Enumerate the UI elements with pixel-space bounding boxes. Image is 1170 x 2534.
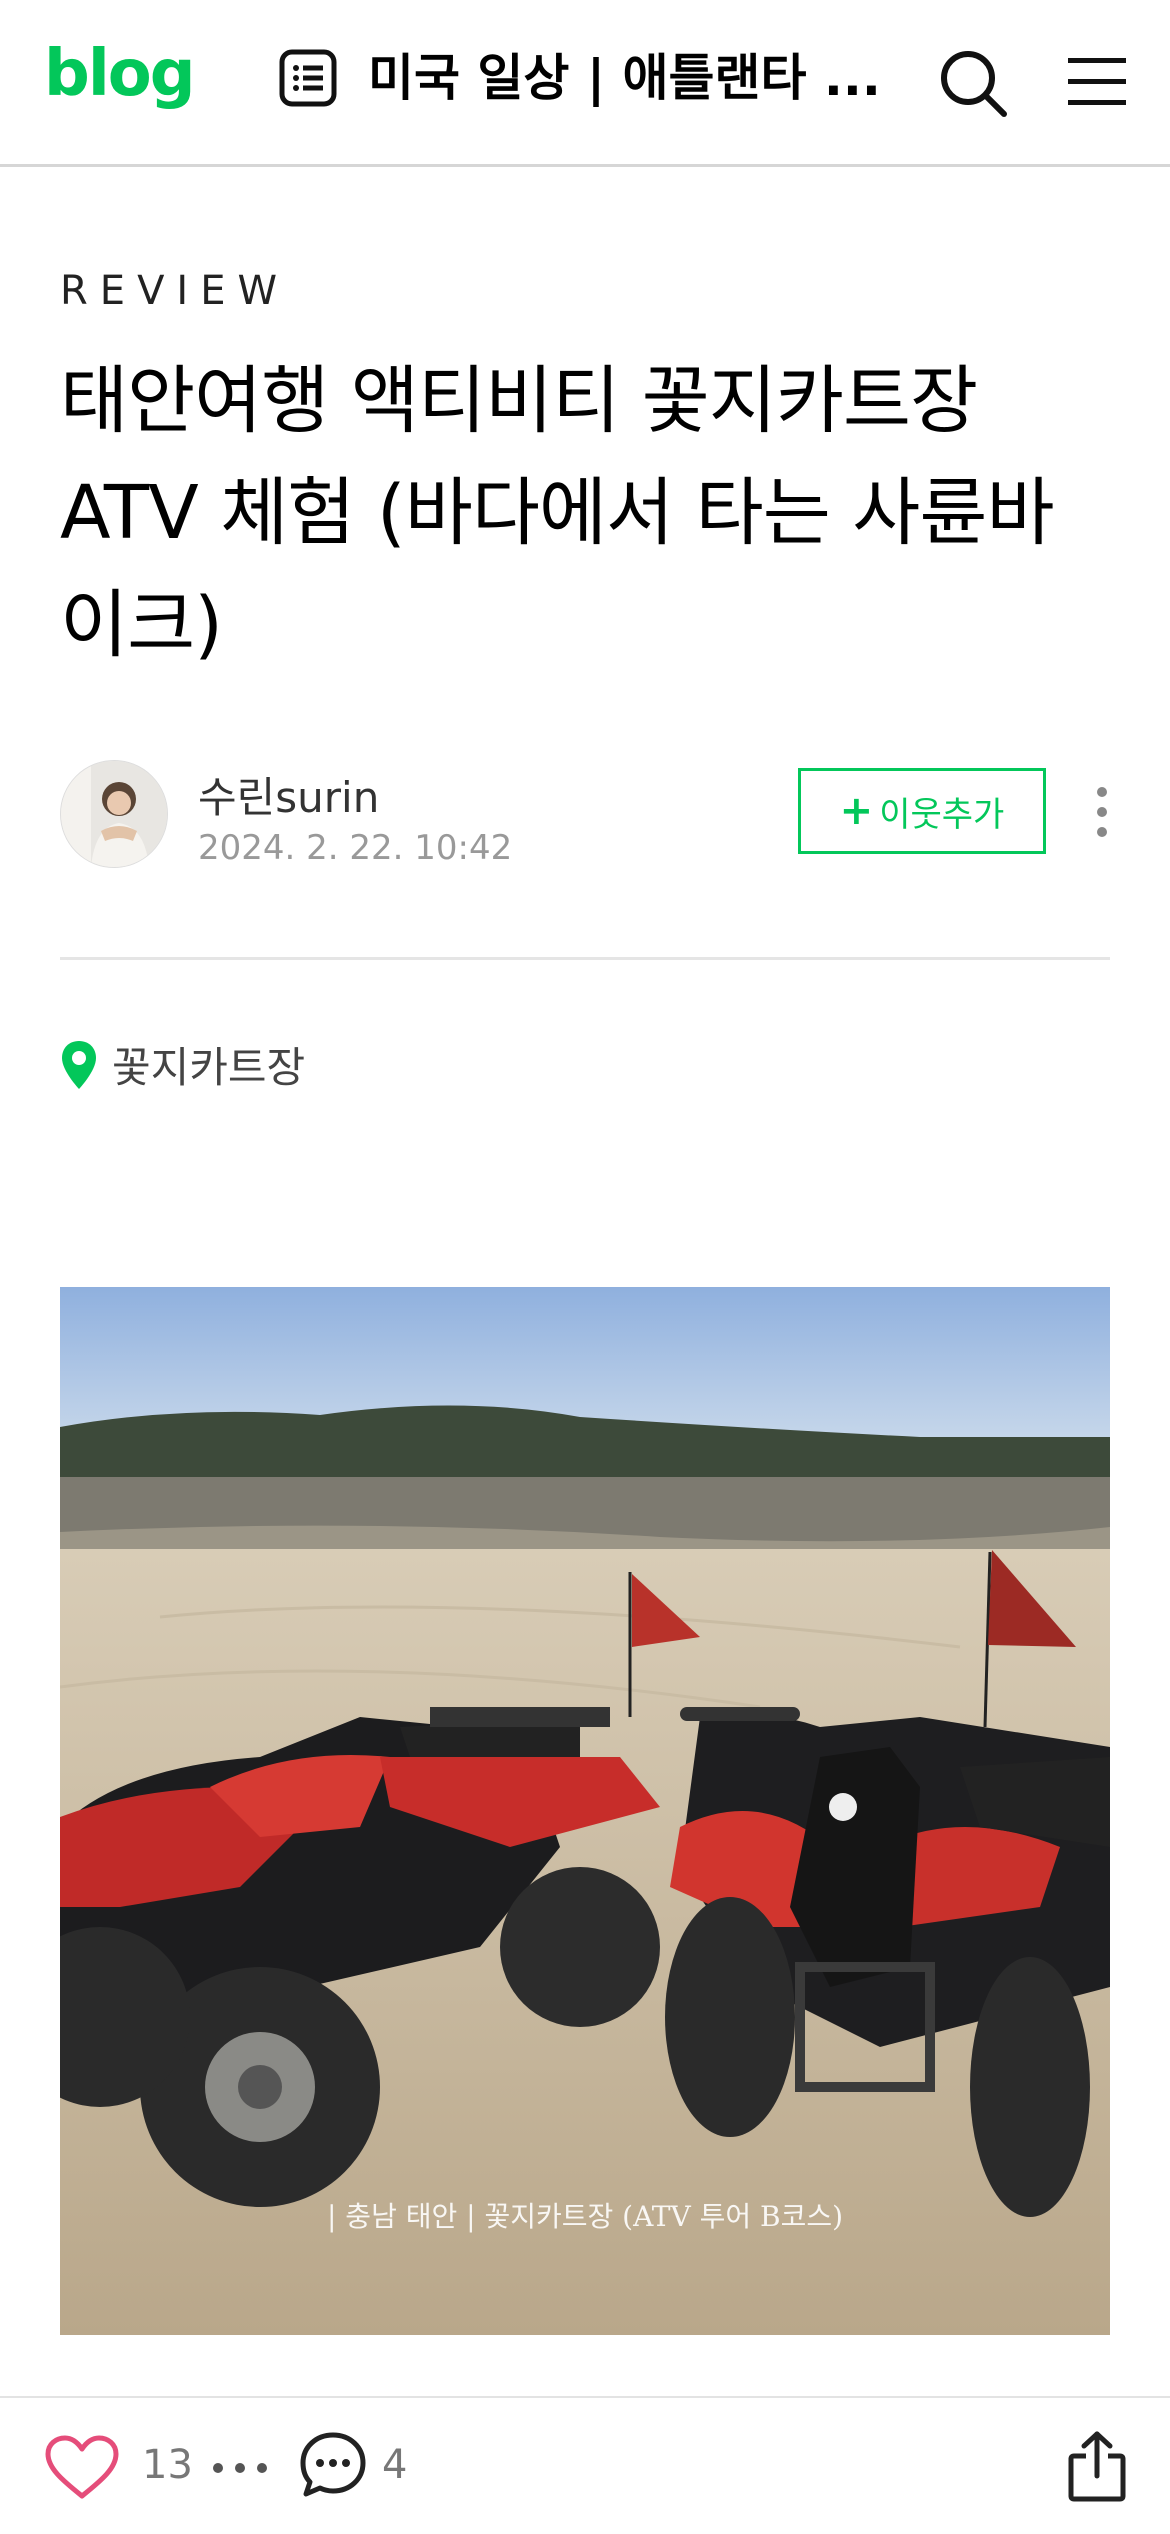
plus-icon: + bbox=[839, 788, 874, 834]
share-icon[interactable] bbox=[1068, 2430, 1126, 2502]
avatar-image bbox=[61, 761, 167, 867]
blog-title: 미국 일상 | 애틀랜타 ... bbox=[368, 49, 881, 107]
photo-caption: | 충남 태안 | 꽃지카트장 (ATV 투어 B코스) bbox=[326, 2200, 844, 2233]
blog-logo[interactable]: blog bbox=[44, 42, 196, 106]
post-category[interactable]: REVIEW bbox=[60, 268, 289, 314]
add-neighbor-label: 이웃추가 bbox=[879, 794, 1005, 835]
post-date: 2024. 2. 22. 10:42 bbox=[198, 828, 513, 868]
like-count[interactable]: 13 bbox=[142, 2442, 193, 2488]
menu-icon[interactable] bbox=[1068, 54, 1126, 110]
post-photo[interactable]: | 충남 태안 | 꽃지카트장 (ATV 투어 B코스) bbox=[60, 1287, 1110, 2335]
heart-icon[interactable] bbox=[44, 2434, 120, 2502]
likers-more-icon[interactable] bbox=[212, 2462, 268, 2474]
list-icon bbox=[279, 49, 337, 107]
blog-title-link[interactable]: 미국 일상 | 애틀랜타 ... bbox=[278, 48, 978, 108]
author-avatar[interactable] bbox=[60, 760, 168, 868]
add-neighbor-button[interactable]: + 이웃추가 bbox=[798, 768, 1046, 854]
place-link[interactable]: 꽃지카트장 bbox=[60, 1034, 305, 1095]
atv-photo bbox=[60, 1287, 1110, 2335]
location-pin-icon bbox=[62, 1040, 96, 1089]
comment-count[interactable]: 4 bbox=[382, 2442, 407, 2488]
author-name[interactable]: 수린surin bbox=[198, 764, 379, 825]
comment-icon[interactable] bbox=[298, 2430, 368, 2500]
post-title: 태안여행 액티비티 꽃지카트장 ATV 체험 (바다에서 타는 사륜바이크) bbox=[60, 358, 1055, 668]
place-name: 꽃지카트장 bbox=[112, 1043, 306, 1092]
top-header: blog 미국 일상 | 애틀랜타 ... bbox=[0, 0, 1170, 167]
more-options-icon[interactable] bbox=[1090, 784, 1114, 840]
search-icon[interactable] bbox=[938, 48, 1008, 118]
divider bbox=[60, 957, 1110, 960]
bottom-action-bar: 13 4 bbox=[0, 2396, 1170, 2534]
